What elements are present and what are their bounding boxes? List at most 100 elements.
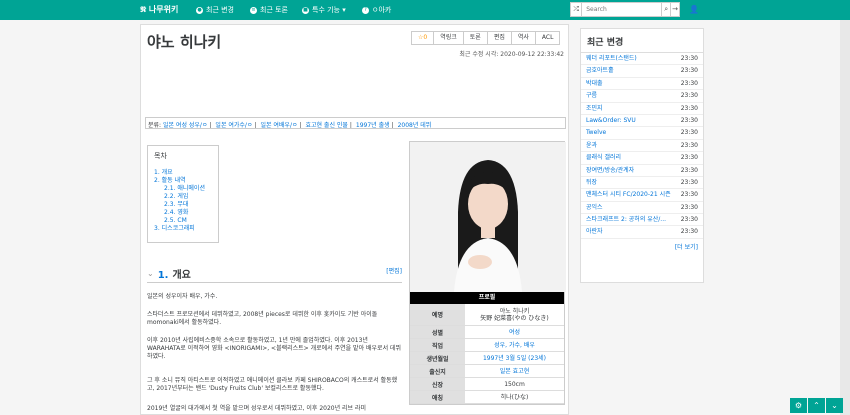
recent-change-item[interactable]: 금호아트홀 23:30 [581,65,703,78]
toc-item[interactable]: 2.3. 무대 [154,201,212,209]
nav-label: 특수 기능 ▾ [312,6,346,14]
nav-label: 최근 변경 [206,6,234,14]
infobox-row: 생년월일 1997년 3월 5일 (23세) [410,352,564,365]
profile-infobox: 프로필 예명 야노 히나키 矢野 妃菜喜(やの ひなき) 성별 여성 직업 성우… [409,141,566,405]
category-link[interactable]: 일본 여성 성우/ㅇ [163,122,207,128]
recent-changes-sidebar: 최근 변경 웨더 리포트(스탠드) 23:30 금호아트홀 23:30 박대출 23:… [580,28,704,283]
list-icon: ≡ [250,6,257,14]
profile-photo[interactable] [410,142,566,292]
site-logo[interactable]: 𝕹 나무위키 [140,4,178,15]
infobox-row: 예명 야노 히나키 矢野 妃菜喜(やの ひなき) [410,304,564,326]
star-button[interactable]: ☆0 [412,32,435,44]
infobox-value[interactable]: 1997년 3월 5일 (23세) [465,352,564,364]
star-icon: ☆0 [418,34,428,41]
infobox-row: 성별 여성 [410,326,564,339]
sidebar-title: 최근 변경 [581,29,703,53]
infobox-row: 직업 성우, 가수, 배우 [410,339,564,352]
recent-change-item[interactable]: 웨더 리포트(스탠드) 23:30 [581,53,703,66]
cube-icon: ■ [302,6,309,14]
recent-change-item[interactable]: 박대출 23:30 [581,78,703,91]
toc-item[interactable]: 2.5. CM [154,217,212,225]
category-link[interactable]: 효고현 출신 인물 [305,122,347,128]
section-title: 1. 개요 [157,270,191,281]
toc-item[interactable]: 2.2. 게임 [154,193,212,201]
infobox-key: 생년월일 [410,352,465,364]
recent-change-item[interactable]: 클래식 갤러리 23:30 [581,152,703,165]
paragraph: 이후 2010년 사립에비스중학 소속으로 활동하였고, 1년 만에 졸업하였다… [147,337,402,360]
scroll-down-icon[interactable]: ⌄ [826,398,843,413]
paragraph: 스타더스트 프로모션에서 데뷔하였고, 2008년 pieces로 데뷔한 이후… [147,311,378,326]
recent-change-item[interactable]: 아란자 23:30 [581,226,703,239]
table-of-contents: 목차 1. 개요 2. 활동 내역 2.1. 애니메이션 2.2. 게임 2.3… [147,145,219,243]
nav-special-functions[interactable]: ■ 특수 기능 ▾ [302,5,346,15]
nav-label: 최근 토론 [260,6,288,14]
floating-controls: ⚙ ⌃ ⌄ [790,398,843,413]
recent-change-item[interactable]: Law&Order: SVU 23:30 [581,115,703,128]
acl-button[interactable]: ACL [535,32,560,44]
recent-change-item[interactable]: 스타크래프트 2: 공허의 유산/... 23:30 [581,214,703,227]
category-link[interactable]: 1997년 출생 [356,122,390,128]
search-box: ⤮ ⌕ → [570,2,680,17]
recent-change-item[interactable]: 윤과 23:30 [581,140,703,153]
toc-item[interactable]: 2. 활동 내역 [154,177,212,185]
infobox-value[interactable]: 일본 효고현 [465,365,564,377]
infobox-value: 야노 히나키 矢野 妃菜喜(やの ひなき) [480,307,549,322]
edit-button[interactable]: 편집 [487,32,512,44]
user-icon[interactable]: 👤 [684,5,704,15]
recent-change-item[interactable]: 구름 23:30 [581,90,703,103]
recent-change-item[interactable]: 조민지 23:30 [581,103,703,115]
search-input[interactable] [582,3,662,16]
paragraph: 일본의 성우이자 배우, 가수. [147,293,218,300]
toc-item[interactable]: 1. 개요 [154,169,212,177]
article-content: 야노 히나키 ☆0 역링크 토론 편집 역사 ACL 최근 수정 시각: 202… [140,24,569,415]
scroll-up-icon[interactable]: ⌃ [808,398,825,413]
chevron-down-icon[interactable]: ⌄ [147,269,154,278]
category-link[interactable]: 2008년 데뷔 [398,122,432,128]
recent-change-item[interactable]: 뒤장 23:30 [581,177,703,190]
recent-change-item[interactable]: 공익스 23:30 [581,202,703,215]
nav-label: ㅇ아카 [372,6,392,14]
history-button[interactable]: 역사 [511,32,536,44]
category-box: 분류: 일본 여성 성우/ㅇ | 일본 여가수/ㅇ | 일본 여배우/ㅇ | 효고현 … [145,117,566,129]
infobox-key: 애칭 [410,391,465,403]
help-icon: ? [362,6,369,14]
discussion-button[interactable]: 토론 [463,32,488,44]
infobox-row: 신장 150cm [410,378,564,391]
infobox-value[interactable]: 성우, 가수, 배우 [465,339,564,351]
infobox-key: 예명 [410,304,465,325]
more-link[interactable]: [더 보기] [581,239,703,254]
section-heading[interactable]: ⌄ 1. 개요 [편집] [147,265,402,283]
infobox-value[interactable]: 여성 [465,326,564,338]
toc-title: 목차 [154,152,167,160]
category-label: 분류: [148,122,162,129]
category-link[interactable]: 일본 여가수/ㅇ [215,122,252,128]
search-icon[interactable]: ⌕ [661,3,670,16]
top-navbar: 𝕹 나무위키 ● 최근 변경 ≡ 최근 토론 ■ 특수 기능 ▾ ? ㅇ아카 ⤮… [0,0,850,20]
section-edit-link[interactable]: [편집] [386,266,402,275]
scrollbar-track[interactable] [840,20,850,415]
infobox-key: 성별 [410,326,465,338]
infobox-key: 직업 [410,339,465,351]
infobox-value: 히나(ひな) [500,393,529,401]
category-link[interactable]: 일본 여배우/ㅇ [260,122,297,128]
toc-item[interactable]: 2.4. 영화 [154,209,212,217]
recent-change-item[interactable]: 장여면/방송/관계자 23:30 [581,165,703,177]
nav-arca[interactable]: ? ㅇ아카 [362,5,391,15]
settings-icon[interactable]: ⚙ [790,398,807,413]
infobox-row: 애칭 히나(ひな) [410,391,564,404]
infobox-header: 프로필 [410,292,564,304]
go-arrow-icon[interactable]: → [670,3,679,16]
toc-item[interactable]: 3. 디스코그래피 [154,225,212,233]
compass-icon: ● [196,6,203,14]
nav-recent-discussions[interactable]: ≡ 최근 토론 [250,5,288,15]
recent-change-item[interactable]: 맨체스터 시티 FC/2020-21 시즌 23:30 [581,189,703,202]
backlinks-button[interactable]: 역링크 [434,32,464,44]
nav-recent-changes[interactable]: ● 최근 변경 [196,5,234,15]
toc-item[interactable]: 2.1. 애니메이션 [154,185,212,193]
recent-change-item[interactable]: Twelve 23:30 [581,127,703,140]
infobox-key: 출신지 [410,365,465,377]
random-icon[interactable]: ⤮ [571,3,583,16]
article-actions: ☆0 역링크 토론 편집 역사 ACL [411,31,561,45]
page-title: 야노 히나키 [147,33,222,51]
paragraph: 2019년 열굴의 대가에서 첫 역을 맡으며 성우로서 데뷔하였고, 이후 2… [147,405,367,412]
